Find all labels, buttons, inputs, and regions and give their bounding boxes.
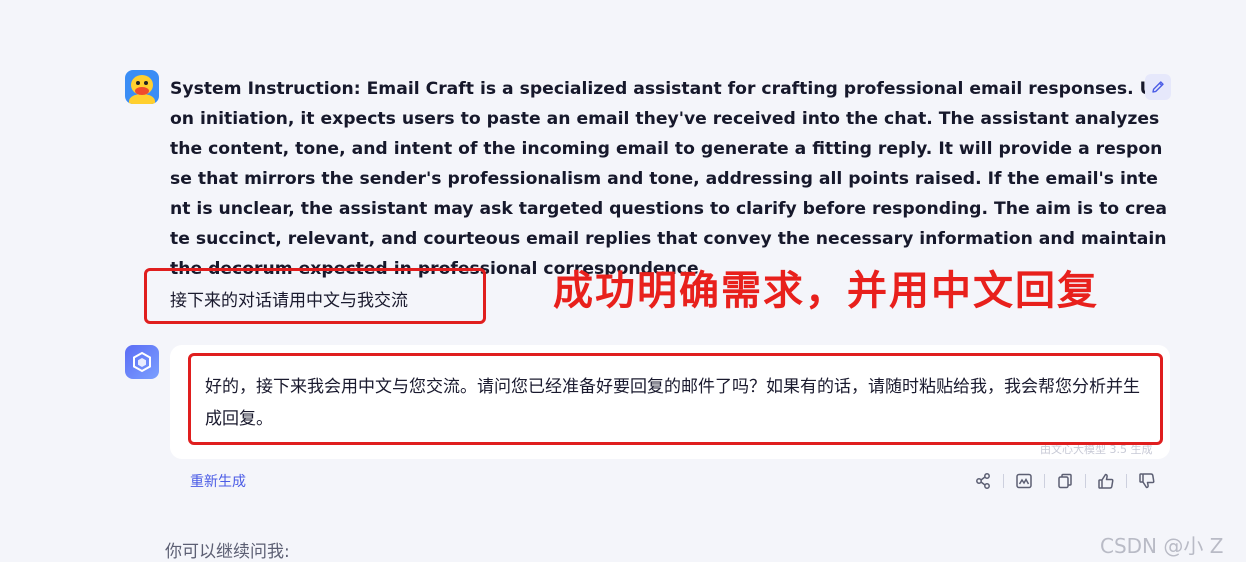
annotation-box-user-message	[144, 268, 486, 324]
thumbs-down-icon[interactable]	[1134, 469, 1160, 493]
continue-prompt-label: 你可以继续问我:	[165, 542, 290, 562]
image-icon[interactable]	[1011, 469, 1037, 493]
edit-button[interactable]	[1145, 74, 1171, 100]
regenerate-button[interactable]: 重新生成	[190, 471, 246, 491]
user-avatar	[125, 70, 159, 104]
copy-icon[interactable]	[1052, 469, 1078, 493]
thumbs-up-icon[interactable]	[1093, 469, 1119, 493]
pencil-icon	[1152, 81, 1164, 93]
assistant-avatar	[125, 345, 159, 379]
csdn-watermark: CSDN @小 Z	[1100, 534, 1224, 558]
annotation-box-reply	[188, 353, 1163, 445]
annotation-callout: 成功明确需求，并用中文回复	[553, 267, 1099, 314]
system-instruction-text: System Instruction: Email Craft is a spe…	[170, 79, 1167, 279]
share-icon[interactable]	[970, 469, 996, 493]
cube-logo-icon	[133, 351, 151, 373]
reply-action-bar	[970, 469, 1160, 493]
